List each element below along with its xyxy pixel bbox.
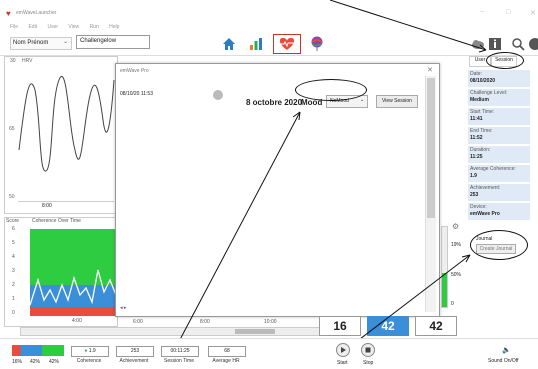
annotation-arrows [164, 0, 487, 368]
session-time-value-box: 00:11:25 [161, 346, 199, 357]
achievement-value-box: 253 [116, 346, 154, 357]
stop-icon [365, 347, 371, 353]
achievement-caption: Achievement [119, 358, 149, 364]
session-time-caption: Session Time [163, 358, 194, 364]
coherence-ratio-bar [12, 345, 64, 356]
stop-label: Stop [363, 360, 374, 366]
speaker-icon[interactable]: 🔈 [502, 346, 511, 354]
coherence-value-box: ● 1.9 [71, 346, 109, 357]
stop-button[interactable] [361, 343, 375, 357]
average-hr-value-box: 68 [208, 346, 246, 357]
pct-high: 42% [49, 359, 60, 365]
pct-medium: 42% [30, 359, 41, 365]
coherence-caption: Coherence [76, 358, 102, 364]
sound-toggle-label[interactable]: Sound On/Off [488, 358, 518, 364]
average-hr-caption: Average HR [212, 358, 240, 364]
start-button[interactable] [336, 343, 350, 357]
coherence-value: 1.9 [88, 348, 96, 354]
coherence-dot-icon: ● [84, 348, 88, 354]
pct-low: 16% [12, 359, 23, 365]
start-label: Start [337, 360, 348, 366]
